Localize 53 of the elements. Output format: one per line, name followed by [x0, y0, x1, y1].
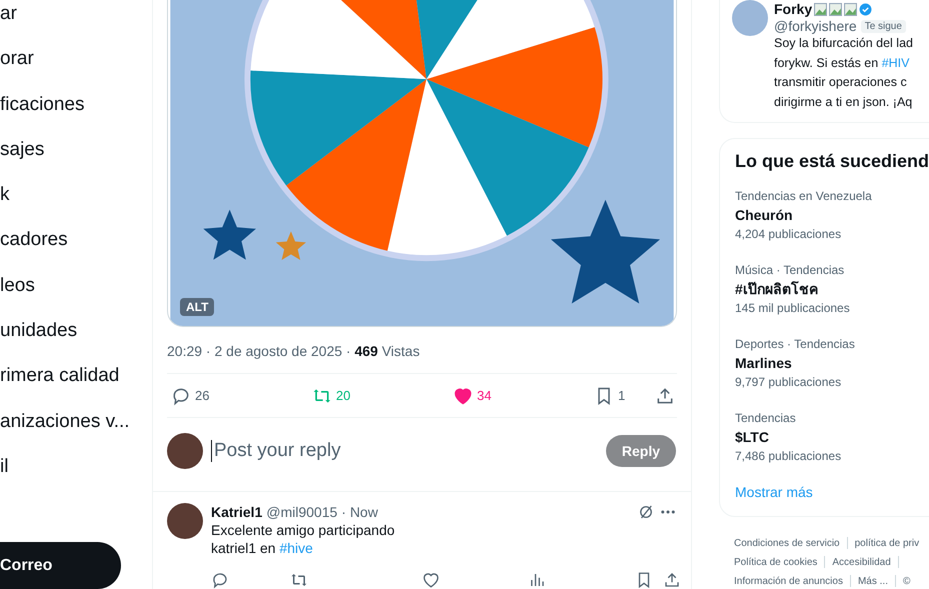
post-image[interactable]: ALT [167, 0, 677, 328]
post-timestamp: 20:29 · 2 de agosto de 2025 · [167, 343, 352, 360]
alt-badge[interactable]: ALT [180, 298, 214, 316]
footer-link[interactable]: Accesibilidad [832, 556, 891, 568]
trend-name[interactable]: $LTC [735, 426, 929, 448]
nav-link[interactable]: rimera calidad [0, 353, 120, 399]
bio-text: forykw. Si estás en #HIV [774, 54, 910, 72]
bio-text: Soy la bifurcación del lad [774, 35, 913, 52]
nav-link[interactable]: sajes [0, 126, 44, 172]
trend-context: Tendencias en Venezuela [735, 188, 873, 204]
trend-post-count: 145 mil publicaciones [735, 300, 851, 316]
nav-link[interactable]: orar [0, 36, 34, 82]
view-count: 469 [354, 343, 378, 360]
trend-name[interactable]: #เป๊กผลิตโชค [735, 278, 929, 300]
profile-name[interactable]: Forky [774, 1, 812, 17]
post-time: · Now [341, 504, 378, 520]
author-name[interactable]: Katriel1 [211, 504, 262, 520]
reply-count: 26 [195, 388, 210, 404]
trend-context: Deportes · Tendencias [735, 336, 856, 352]
trend-post-count: 4,204 publicaciones [735, 226, 842, 242]
like-count: 34 [477, 388, 492, 404]
trend-context: Tendencias [735, 410, 797, 426]
footer-link[interactable]: Más ... [858, 576, 888, 586]
trend-post-count: 9,797 publicaciones [735, 374, 842, 390]
nav-link[interactable]: anizaciones v... [0, 398, 130, 444]
bio-text: dirigirme a ti en json. ¡Aq [774, 94, 913, 111]
nav-link[interactable]: k [0, 172, 10, 218]
reply-text: katriel1 en #hive [211, 539, 313, 557]
nav-link[interactable]: il [0, 444, 8, 490]
footer-link[interactable]: Condiciones de servicio [734, 538, 840, 548]
repost-count: 20 [336, 388, 350, 404]
bio-text: transmitir operaciones c [774, 74, 908, 91]
trend-post-count: 7,486 publicaciones [735, 448, 842, 464]
footer-link[interactable]: © [902, 576, 910, 586]
reply-text: Excelente amigo participando [211, 521, 395, 539]
profile-handle[interactable]: @forkyishere [774, 18, 857, 34]
nav-link[interactable]: ar [0, 0, 17, 36]
author-handle[interactable]: @mil90015 [266, 504, 338, 520]
nav-link[interactable]: cadores [0, 217, 68, 263]
post-button[interactable]: Correo [0, 542, 121, 589]
trend-context: Música · Tendencias [735, 262, 846, 278]
nav-link[interactable]: leos [0, 262, 35, 308]
nav-link[interactable]: unidades [0, 308, 78, 354]
trends-heading: Lo que está sucediend [735, 151, 929, 172]
nav-link[interactable]: ficaciones [0, 82, 84, 127]
footer-link[interactable]: Política de cookies [734, 556, 818, 568]
trend-name[interactable]: Marlines [735, 352, 929, 374]
follows-you-badge: Te sigue [860, 20, 906, 32]
footer-link[interactable]: Información de anuncios [734, 576, 843, 586]
bookmark-count: 1 [618, 388, 626, 404]
trend-name[interactable]: Cheurón [735, 204, 929, 226]
views-label: Vistas [382, 343, 420, 360]
footer-link[interactable]: política de priv [854, 538, 920, 548]
